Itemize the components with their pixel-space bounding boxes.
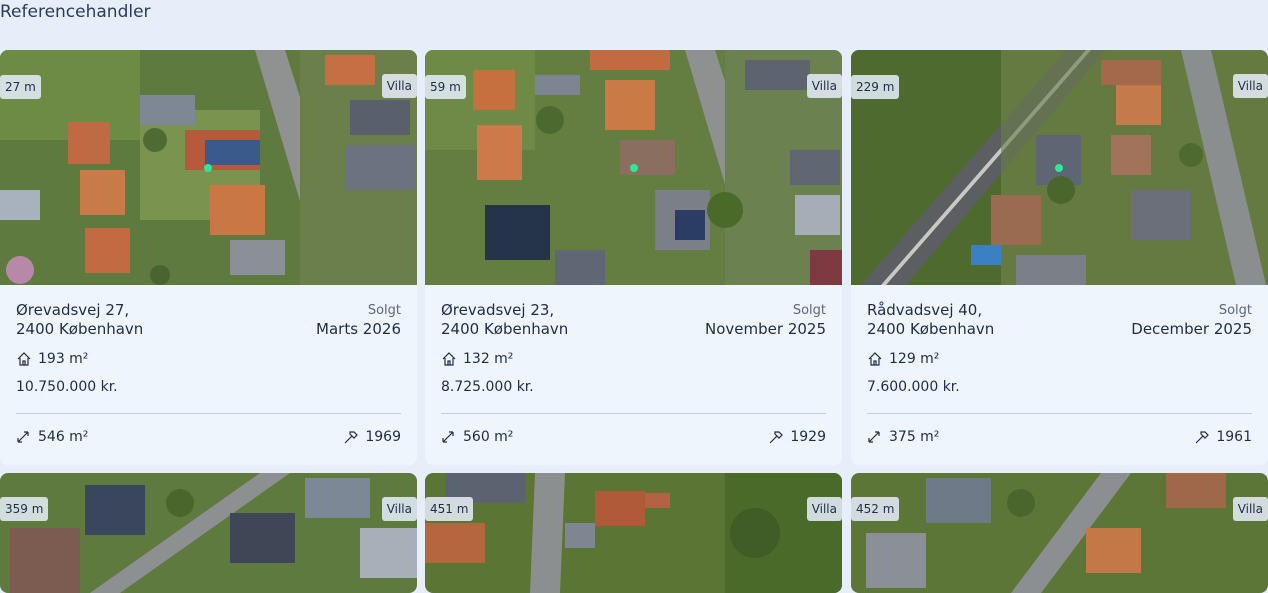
divider [441,413,826,414]
expand-arrows-icon [441,430,455,444]
living-area-value: 132 m² [463,351,514,367]
house-icon [441,351,457,367]
living-area-value: 129 m² [889,351,940,367]
living-area: 193 m² [16,351,88,367]
sale-date: December 2025 [1131,320,1252,338]
address-street: Ørevadsvej 23, [441,301,555,319]
distance-badge: 359 m [0,497,49,521]
address-city: 2400 København [16,320,144,338]
build-year-value: 1969 [365,429,401,445]
divider [16,413,401,414]
build-year: 1929 [768,429,826,445]
aerial-photo: 59 m Villa [425,50,842,285]
sale-status: Solgt Marts 2026 [316,301,401,339]
distance-badge: 59 m [425,75,466,99]
aerial-photo: 451 m Villa [425,473,842,593]
aerial-photo: 229 m Villa [851,50,1268,285]
build-year: 1969 [343,429,401,445]
sale-date: Marts 2026 [316,320,401,338]
build-year-value: 1961 [1216,429,1252,445]
price: 10.750.000 kr. [16,379,118,395]
property-type-badge: Villa [1232,497,1268,521]
reference-card[interactable]: 359 m Villa [0,473,417,593]
property-type-badge: Villa [381,497,417,521]
sale-date: November 2025 [705,320,826,338]
plot-area: 560 m² [441,429,513,445]
plot-area: 375 m² [867,429,939,445]
divider [867,413,1252,414]
address: Rådvadsvej 40, 2400 København [867,301,994,339]
property-type-badge: Villa [1232,74,1268,98]
plot-area: 546 m² [16,429,88,445]
plot-area-value: 375 m² [889,429,940,445]
address-street: Rådvadsvej 40, [867,301,983,319]
house-icon [867,351,883,367]
living-area-value: 193 m² [38,351,89,367]
distance-badge: 229 m [851,75,900,99]
address-street: Ørevadsvej 27, [16,301,130,319]
plot-area-value: 560 m² [463,429,514,445]
house-icon [16,351,32,367]
sale-status: Solgt December 2025 [1131,301,1252,339]
expand-arrows-icon [16,430,30,444]
page-title: Referencehandler [0,2,151,22]
distance-badge: 27 m [0,75,41,99]
address: Ørevadsvej 27, 2400 København [16,301,143,339]
property-type-badge: Villa [806,74,842,98]
hammer-icon [343,429,359,445]
reference-card[interactable]: 451 m Villa [425,473,842,593]
property-type-badge: Villa [381,74,417,98]
status-label: Solgt [792,303,826,318]
reference-card[interactable]: 452 m Villa [851,473,1268,593]
hammer-icon [768,429,784,445]
reference-card[interactable]: 229 m Villa Rådvadsvej 40, 2400 Københav… [851,50,1268,465]
build-year-value: 1929 [790,429,826,445]
hammer-icon [1194,429,1210,445]
price: 8.725.000 kr. [441,379,534,395]
reference-card[interactable]: 59 m Villa Ørevadsvej 23, 2400 København… [425,50,842,465]
property-type-badge: Villa [806,497,842,521]
address-city: 2400 København [867,320,995,338]
price: 7.600.000 kr. [867,379,960,395]
distance-badge: 452 m [851,497,900,521]
aerial-photo: 359 m Villa [0,473,417,593]
aerial-photo: 452 m Villa [851,473,1268,593]
reference-card[interactable]: 27 m Villa Ørevadsvej 27, 2400 København… [0,50,417,465]
expand-arrows-icon [867,430,881,444]
plot-area-value: 546 m² [38,429,89,445]
status-label: Solgt [367,303,401,318]
living-area: 129 m² [867,351,939,367]
distance-badge: 451 m [425,497,474,521]
status-label: Solgt [1218,303,1252,318]
build-year: 1961 [1194,429,1252,445]
address-city: 2400 København [441,320,569,338]
living-area: 132 m² [441,351,513,367]
address: Ørevadsvej 23, 2400 København [441,301,568,339]
aerial-photo: 27 m Villa [0,50,417,285]
sale-status: Solgt November 2025 [705,301,826,339]
